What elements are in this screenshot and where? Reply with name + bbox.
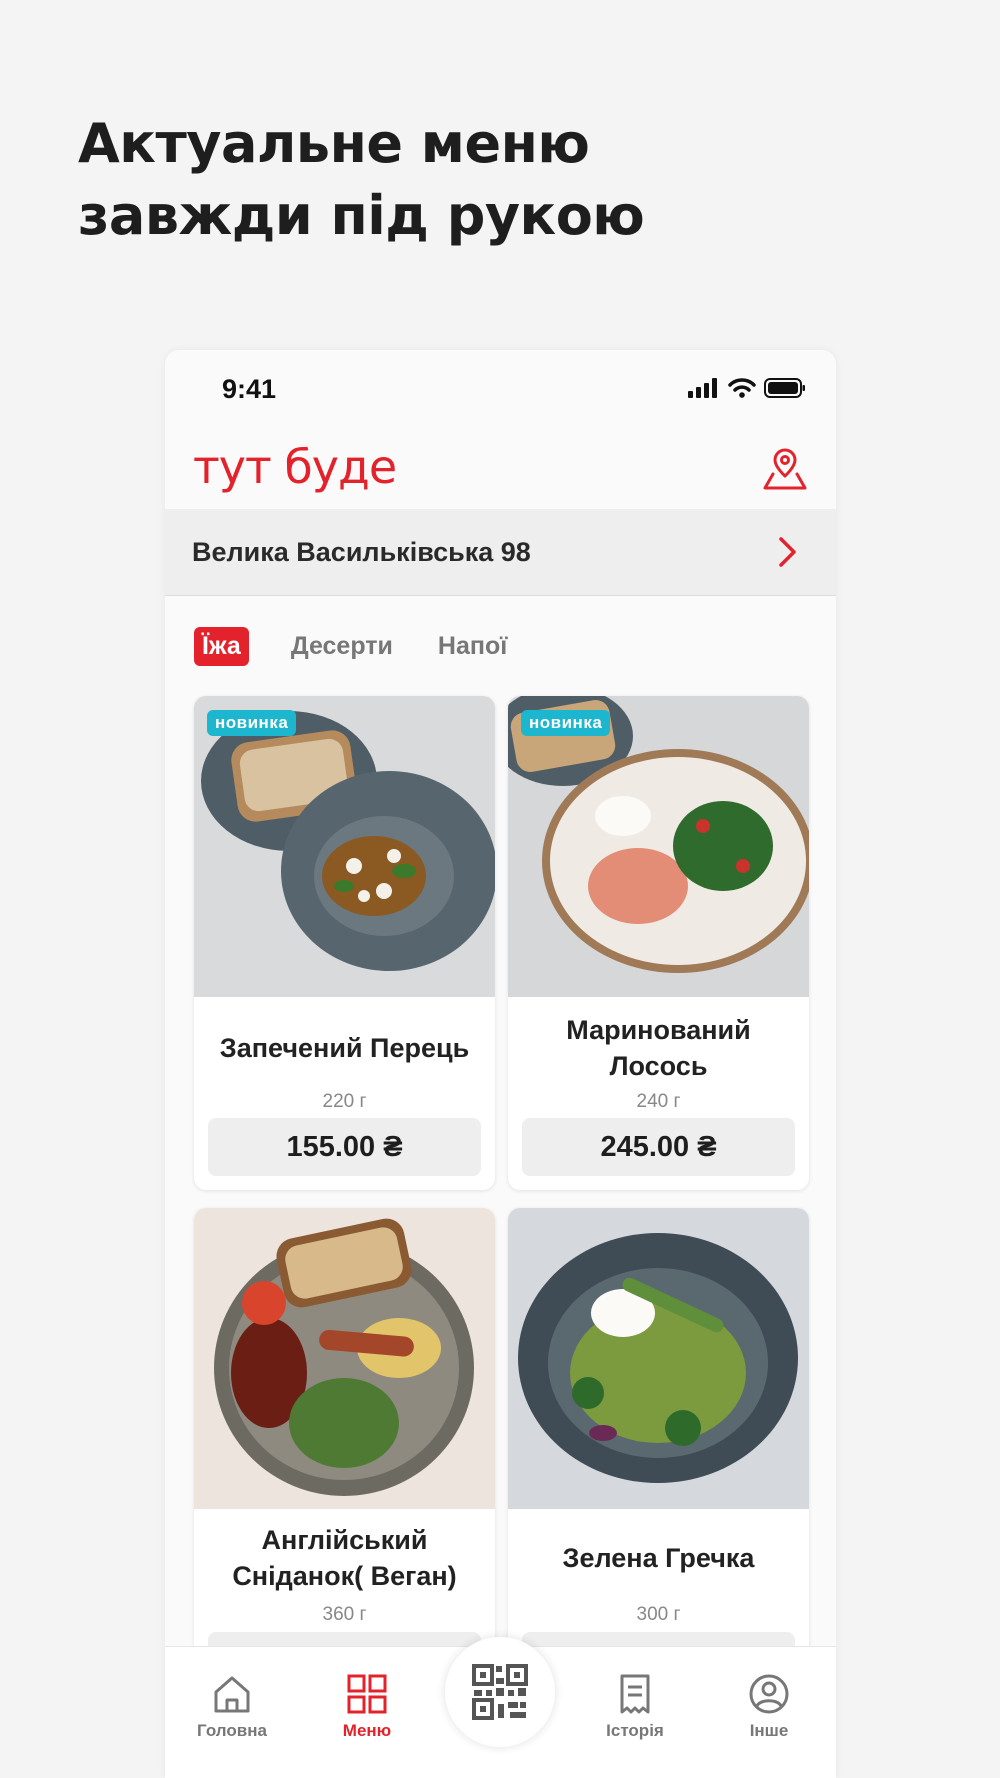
dish-photo: новинка [194, 696, 495, 997]
dish-name: Запечений Перець [219, 1033, 470, 1063]
dish-card[interactable]: Англійський Сніданок( Веган) 360 г [194, 1208, 495, 1668]
new-badge: новинка [521, 710, 611, 736]
wifi-icon [728, 378, 756, 398]
dish-weight: 220 г [322, 1091, 367, 1112]
qr-code-icon [472, 1664, 528, 1720]
dish-card[interactable]: Зелена Гречка 300 г [508, 1208, 809, 1668]
bottom-tab-bar: Головна Меню Історія Інше [165, 1637, 836, 1778]
category-tabs: Їжа Десерти Напої [194, 624, 552, 668]
dish-weight: 360 г [322, 1604, 367, 1625]
battery-icon [764, 378, 805, 398]
status-bar: 9:41 [165, 350, 836, 430]
tab-other[interactable]: Інше [714, 1673, 824, 1741]
headline-line-2: завжди під рукою [78, 184, 645, 247]
tab-home[interactable]: Головна [177, 1673, 287, 1741]
dish-card[interactable]: новинка Запечений Перець 220 г 155.00 ₴ [194, 696, 495, 1190]
qr-scan-button[interactable] [445, 1637, 555, 1747]
dish-name: Зелена Гречка [562, 1543, 755, 1573]
phone-screen: 9:41 тут буде Велика Васильківська 98 Їж… [165, 350, 836, 1778]
dish-photo: новинка [508, 696, 809, 997]
dish-card[interactable]: новинка Маринований Лосось 240 г 245.00 … [508, 696, 809, 1190]
add-to-cart-button[interactable]: 245.00 ₴ [522, 1118, 795, 1176]
dish-name: Англійський Сніданок( Веган) [232, 1525, 457, 1591]
tab-history-label: Історія [606, 1721, 664, 1740]
dish-weight: 240 г [636, 1091, 681, 1112]
tab-home-label: Головна [197, 1721, 267, 1740]
dish-name: Маринований Лосось [566, 1015, 751, 1081]
map-pin-icon[interactable] [760, 444, 810, 494]
tab-desserts[interactable]: Десерти [291, 632, 393, 661]
signal-icon [688, 378, 717, 398]
restaurant-address: Велика Васильківська 98 [192, 537, 531, 567]
user-icon [749, 1674, 789, 1714]
tab-menu[interactable]: Меню [312, 1673, 422, 1741]
tab-other-label: Інше [749, 1721, 789, 1740]
headline-line-1: Актуальне меню [78, 112, 590, 175]
app-header: тут буде [165, 430, 836, 518]
dish-photo [508, 1208, 809, 1509]
tab-menu-label: Меню [342, 1721, 392, 1740]
status-icons [688, 378, 806, 398]
grid-icon [347, 1674, 387, 1714]
tab-drinks[interactable]: Напої [438, 632, 507, 661]
home-icon [214, 1676, 250, 1713]
status-time: 9:41 [222, 374, 277, 404]
receipt-icon [620, 1674, 650, 1714]
tab-food[interactable]: Їжа [194, 626, 249, 666]
chevron-right-icon [779, 537, 796, 567]
dish-weight: 300 г [636, 1604, 681, 1625]
tab-history[interactable]: Історія [580, 1673, 690, 1741]
new-badge: новинка [207, 710, 297, 736]
promo-headline: Актуальне меню завжди під рукою [78, 108, 878, 252]
dish-photo [194, 1208, 495, 1509]
add-to-cart-button[interactable]: 155.00 ₴ [208, 1118, 481, 1176]
restaurant-address-row[interactable]: Велика Васильківська 98 [165, 509, 836, 596]
brand-logo: тут буде [193, 440, 397, 494]
